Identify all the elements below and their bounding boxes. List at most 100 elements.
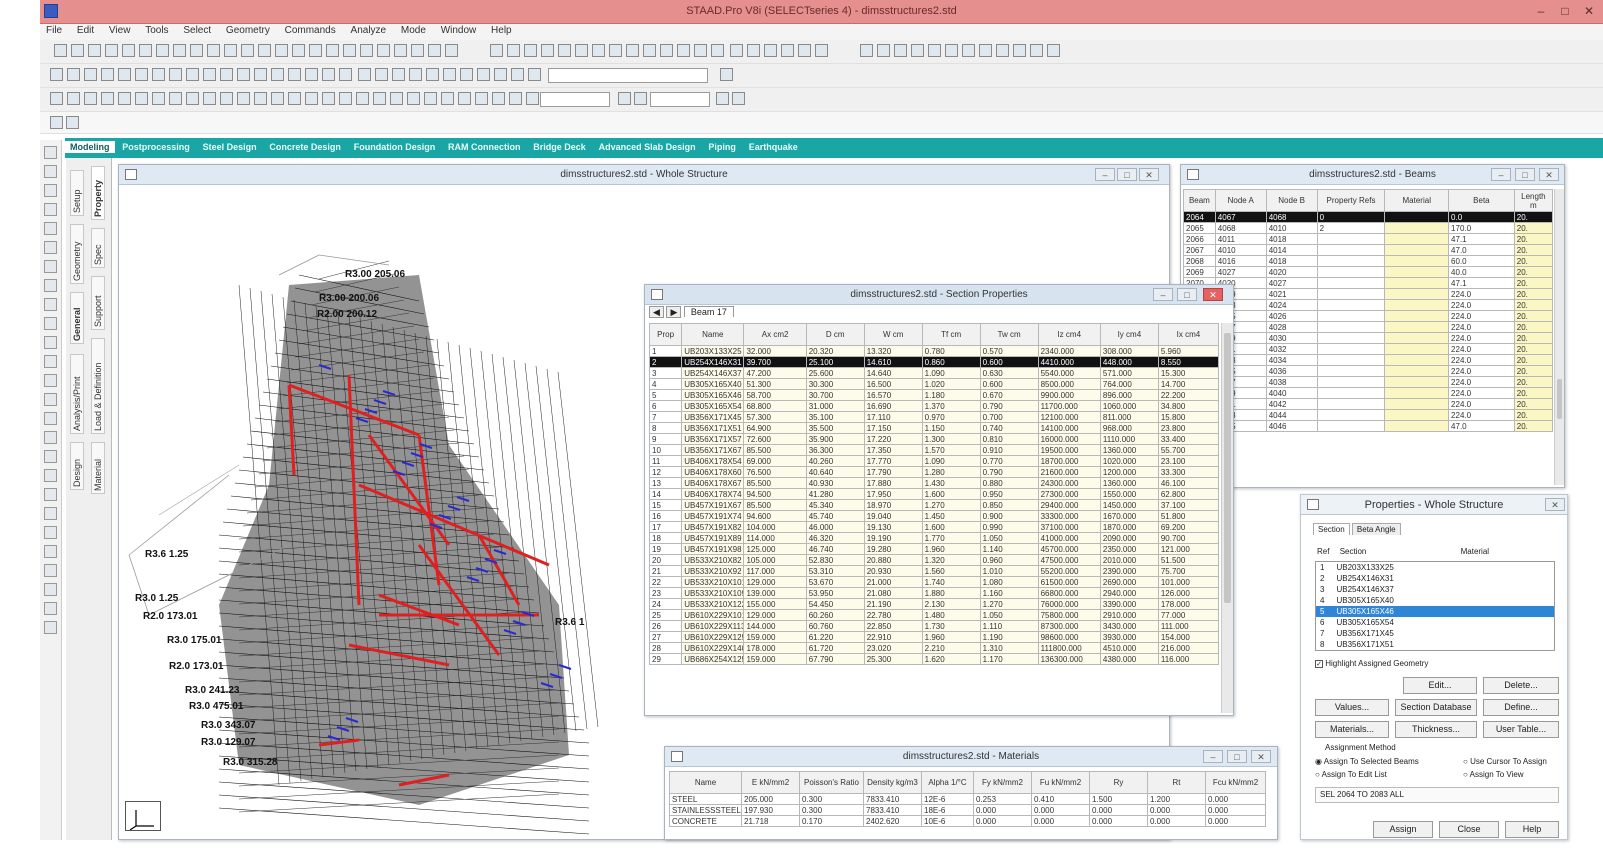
table-cell[interactable]: 4030	[1265, 332, 1318, 344]
section-scrollbar[interactable]	[1221, 323, 1233, 713]
table-cell[interactable]: 4044	[1265, 409, 1318, 421]
toolbar-tool-icon[interactable]	[781, 44, 794, 57]
table-cell[interactable]: 2910.000	[1099, 609, 1159, 621]
section-list-item[interactable]: 4 UB305X165X40	[1316, 595, 1554, 606]
table-cell[interactable]: 36.300	[805, 444, 865, 456]
toolbar-tool-icon[interactable]	[339, 92, 352, 105]
toolbar-tool-icon[interactable]	[135, 92, 148, 105]
table-cell[interactable]: 4026	[1265, 310, 1318, 322]
table-cell[interactable]	[1384, 332, 1450, 344]
table-cell[interactable]: 197.930	[741, 804, 800, 816]
left-tool-icon[interactable]	[44, 564, 57, 577]
toolbar-tool-icon[interactable]	[490, 44, 503, 57]
values-button[interactable]: Values...	[1315, 699, 1389, 716]
thickness-button[interactable]: Thickness...	[1395, 721, 1477, 738]
table-cell[interactable]	[1316, 376, 1386, 388]
table-cell[interactable]: 2064	[1183, 211, 1216, 223]
table-cell[interactable]: 20.	[1513, 244, 1554, 256]
toolbar-tool-icon[interactable]	[288, 68, 301, 81]
left-tool-icon[interactable]	[44, 298, 57, 311]
table-cell[interactable]: 0.770	[979, 455, 1039, 467]
left-tool-icon[interactable]	[44, 146, 57, 159]
left-tool-icon[interactable]	[44, 279, 57, 292]
left-tool-icon[interactable]	[44, 336, 57, 349]
table-cell[interactable]: 23.100	[1157, 455, 1220, 467]
section-properties-table[interactable]: Prop Name Ax cm2 D cm W cm Tf cm Tw cm I…	[648, 323, 1220, 665]
toolbar-tool-icon[interactable]	[67, 68, 80, 81]
table-cell[interactable]: 216.000	[1157, 642, 1220, 654]
table-cell[interactable]: UB254X146X37	[681, 367, 745, 379]
table-cell[interactable]: 45.340	[805, 499, 865, 511]
table-cell[interactable]	[1384, 233, 1450, 245]
table-cell[interactable]: 37100.000	[1037, 521, 1101, 533]
table-cell[interactable]: 2	[1316, 222, 1386, 234]
table-cell[interactable]: 47.200	[743, 367, 807, 379]
left-tool-icon[interactable]	[44, 545, 57, 558]
assign-button[interactable]: Assign	[1373, 821, 1433, 838]
table-cell[interactable]: 0.960	[979, 554, 1039, 566]
table-cell[interactable]: 41000.000	[1037, 532, 1101, 544]
table-row[interactable]: 13 UB406X178X67 85.500 40.930 17.880 1.430 0.8…	[648, 477, 1220, 489]
table-cell[interactable]: 76.500	[743, 466, 807, 478]
column-header[interactable]: Ix cm4	[1157, 323, 1220, 346]
table-cell[interactable]: 23.020	[863, 642, 923, 654]
table-cell[interactable]: 2.210	[921, 642, 981, 654]
toolbar-tool-icon[interactable]	[186, 92, 199, 105]
menu-tools[interactable]: Tools	[139, 24, 174, 37]
toolbar-tool-icon[interactable]	[339, 68, 352, 81]
column-header[interactable]: Fy kN/mm2	[973, 771, 1032, 794]
table-cell[interactable]: 17.770	[863, 455, 923, 467]
table-cell[interactable]	[1316, 277, 1386, 289]
table-cell[interactable]	[1384, 222, 1450, 234]
maximize-button[interactable]: □	[1227, 750, 1247, 763]
table-cell[interactable]: 0.000	[1031, 815, 1090, 827]
vtab-geometry[interactable]: Geometry	[70, 224, 84, 284]
table-cell[interactable]: 1060.000	[1099, 400, 1159, 412]
table-cell[interactable]: 46.740	[805, 543, 865, 555]
tab-steel-design[interactable]: Steel Design	[198, 141, 262, 153]
table-cell[interactable]: UB406X178X54	[681, 455, 745, 467]
table-cell[interactable]: 20.	[1513, 222, 1554, 234]
toolbar-tool-icon[interactable]	[305, 92, 318, 105]
toolbar-tool-icon[interactable]	[224, 44, 237, 57]
table-cell[interactable]: 13	[648, 477, 683, 489]
toolbar-tool-icon[interactable]	[139, 44, 152, 57]
table-cell[interactable]: 0.600	[979, 378, 1039, 390]
table-cell[interactable]: UB533X210X109	[681, 587, 745, 599]
table-cell[interactable]: 1.480	[921, 609, 981, 621]
toolbar-tool-icon[interactable]	[67, 92, 80, 105]
table-cell[interactable]: 69.000	[743, 455, 807, 467]
table-cell[interactable]: 1.150	[921, 422, 981, 434]
table-cell[interactable]: 2010.000	[1099, 554, 1159, 566]
column-header[interactable]: Name	[669, 771, 742, 794]
toolbar-tool-icon[interactable]	[122, 44, 135, 57]
table-cell[interactable]: 22.780	[863, 609, 923, 621]
table-row[interactable]: 207740334034224.020.	[1183, 354, 1554, 366]
table-cell[interactable]: 45.740	[805, 510, 865, 522]
table-cell[interactable]: 17	[648, 521, 683, 533]
table-cell[interactable]: 53.670	[805, 576, 865, 588]
toolbar-tool-icon[interactable]	[50, 68, 63, 81]
table-cell[interactable]: 12100.000	[1037, 411, 1101, 423]
table-cell[interactable]: 178.000	[743, 642, 807, 654]
table-cell[interactable]: 53.950	[805, 587, 865, 599]
table-cell[interactable]: 20.	[1513, 398, 1554, 410]
toolbar-tool-icon[interactable]	[101, 68, 114, 81]
table-row[interactable]: STEEL 205.000 0.300 7833.410 12E-6 0.253 0.410…	[669, 793, 1266, 805]
table-cell[interactable]: 20.	[1513, 332, 1554, 344]
table-cell[interactable]: 2.130	[921, 598, 981, 610]
toolbar-tool-icon[interactable]	[84, 92, 97, 105]
menu-analyze[interactable]: Analyze	[345, 24, 393, 37]
left-tool-icon[interactable]	[44, 507, 57, 520]
table-cell[interactable]: 117.000	[743, 565, 807, 577]
table-cell[interactable]	[1384, 387, 1450, 399]
section-list[interactable]: 1 UB203X133X25 2 UB254X146X31 3 UB254X146X37 4…	[1315, 561, 1555, 651]
maximize-button[interactable]: □	[1177, 288, 1197, 301]
table-cell[interactable]: 159.000	[743, 653, 807, 665]
column-header[interactable]: Name	[681, 323, 745, 346]
tab-earthquake[interactable]: Earthquake	[744, 141, 803, 153]
table-cell[interactable]: 1.010	[979, 565, 1039, 577]
table-cell[interactable]	[1384, 244, 1450, 256]
table-cell[interactable]	[1316, 288, 1386, 300]
menu-commands[interactable]: Commands	[279, 24, 342, 37]
